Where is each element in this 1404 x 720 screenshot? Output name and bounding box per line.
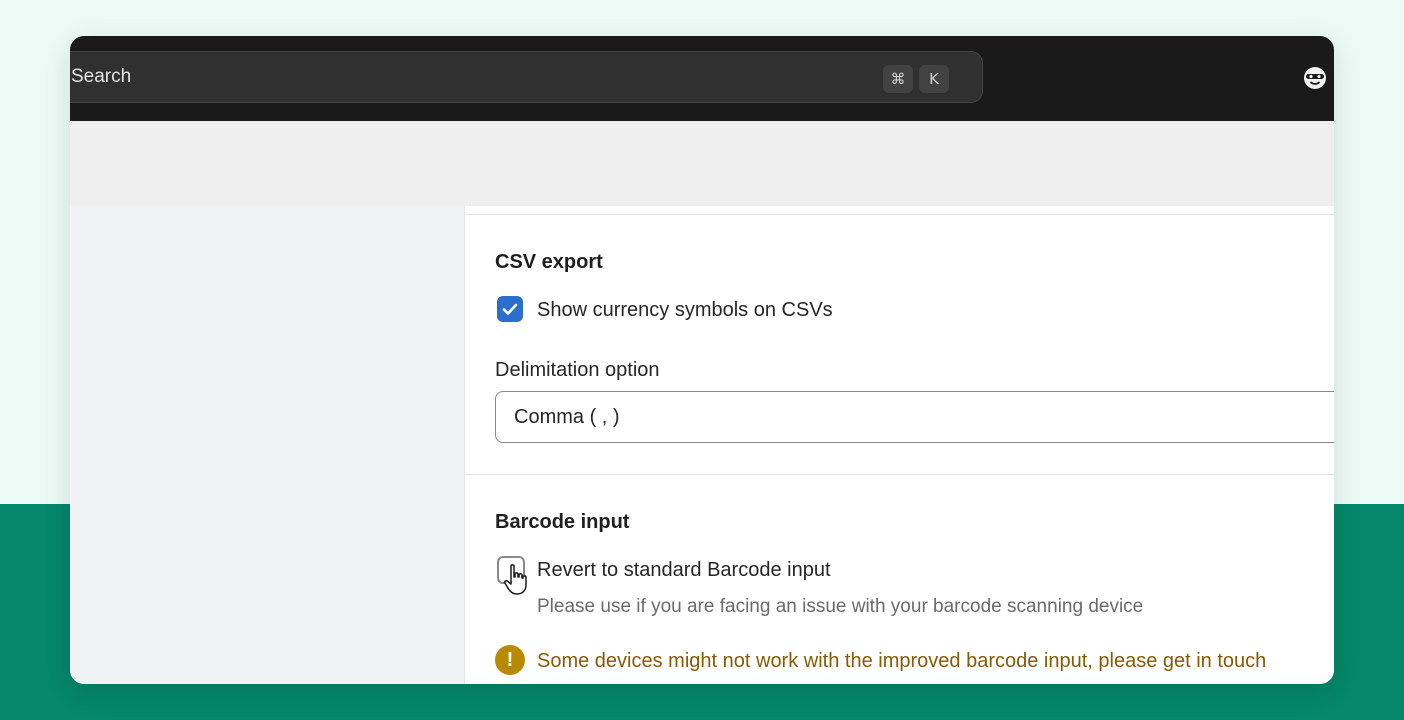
search-placeholder: Search bbox=[71, 66, 132, 87]
csv-export-heading: CSV export bbox=[495, 251, 603, 273]
section-divider bbox=[465, 474, 1334, 475]
revert-barcode-label: Revert to standard Barcode input bbox=[537, 559, 831, 581]
card-top-divider bbox=[465, 214, 1334, 215]
top-bar: Search ⌘ K bbox=[70, 36, 1334, 121]
barcode-input-heading: Barcode input bbox=[495, 511, 630, 533]
exclamation-circle-icon: ! bbox=[495, 645, 525, 675]
delimitation-value: Comma ( , ) bbox=[514, 406, 620, 428]
barcode-warning-text: Some devices might not work with the imp… bbox=[537, 650, 1267, 672]
settings-card: CSV export Show currency symbols on CSVs… bbox=[464, 206, 1334, 684]
app-window: Search ⌘ K CSV export Show currency symb… bbox=[70, 36, 1334, 684]
shortcut-cmd-key: ⌘ bbox=[883, 65, 913, 93]
delimitation-select[interactable]: Comma ( , ) bbox=[495, 391, 1334, 443]
currency-symbols-label: Show currency symbols on CSVs bbox=[537, 299, 833, 321]
avatar-face-icon[interactable] bbox=[1303, 66, 1327, 90]
checkmark-icon bbox=[502, 303, 518, 315]
delimitation-label: Delimitation option bbox=[495, 359, 660, 381]
revert-barcode-help: Please use if you are facing an issue wi… bbox=[537, 596, 1144, 617]
shortcut-k-key: K bbox=[919, 65, 949, 93]
search-bar[interactable]: Search ⌘ K bbox=[70, 51, 983, 103]
currency-symbols-checkbox[interactable] bbox=[497, 296, 523, 322]
settings-sidebar bbox=[70, 206, 464, 684]
hand-pointer-icon bbox=[504, 564, 527, 595]
page-header-area bbox=[70, 121, 1334, 206]
